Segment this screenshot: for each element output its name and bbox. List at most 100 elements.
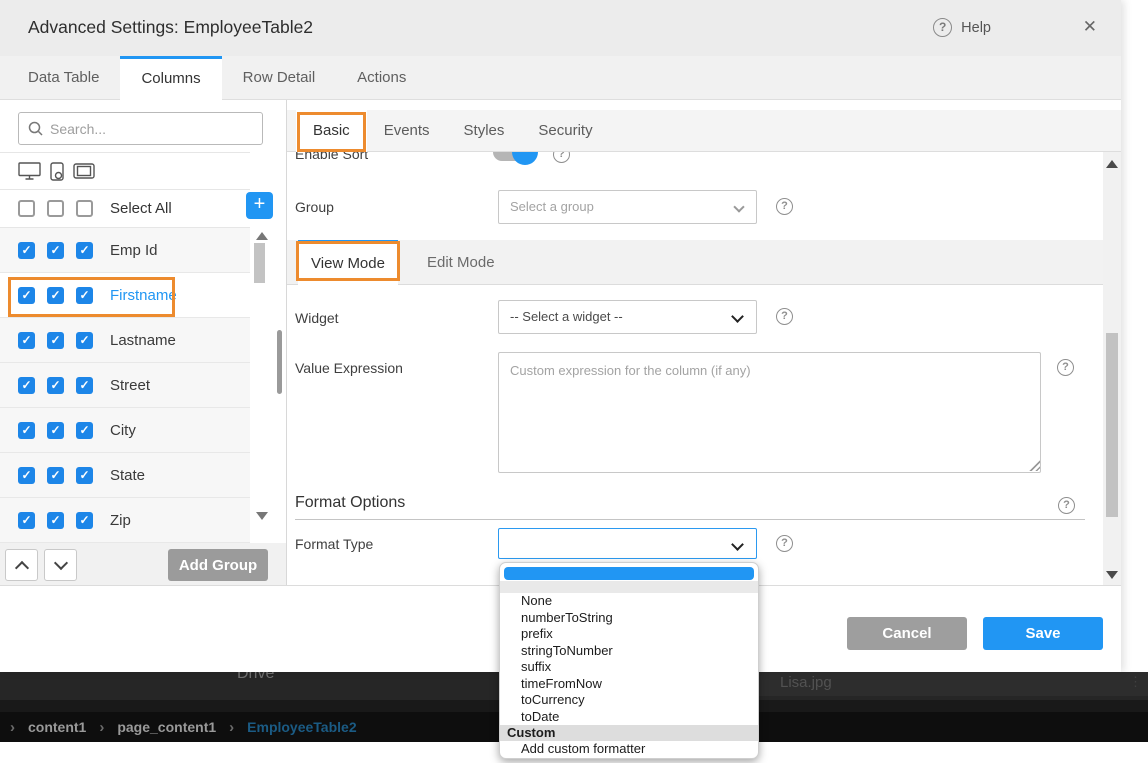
- tablet-checkbox[interactable]: [76, 332, 93, 349]
- section-divider: [295, 519, 1085, 520]
- tablet-checkbox[interactable]: [76, 512, 93, 529]
- column-label[interactable]: Emp Id: [110, 242, 158, 259]
- chevron-up-icon: [15, 561, 29, 575]
- columns-sidebar: Select All + Emp Id Firstname Lastname: [0, 100, 287, 585]
- save-button[interactable]: Save: [983, 617, 1103, 650]
- scroll-down-icon[interactable]: [256, 512, 268, 520]
- dropdown-option-suffix[interactable]: suffix: [500, 659, 758, 676]
- tab-columns[interactable]: Columns: [120, 56, 221, 100]
- desktop-checkbox[interactable]: [18, 287, 35, 304]
- help-icon: ?: [776, 198, 793, 215]
- tablet-checkbox[interactable]: [76, 242, 93, 259]
- dropdown-option-todate[interactable]: toDate: [500, 709, 758, 726]
- help-icon: ?: [776, 308, 793, 325]
- help-button[interactable]: ? Help: [933, 18, 991, 37]
- search-icon: [28, 121, 43, 136]
- tab-events[interactable]: Events: [367, 110, 447, 152]
- add-group-button[interactable]: Add Group: [168, 549, 268, 581]
- column-row-zip[interactable]: Zip: [0, 498, 250, 543]
- desktop-checkbox[interactable]: [18, 467, 35, 484]
- chevron-down-icon: [733, 201, 744, 212]
- scroll-up-icon[interactable]: [1106, 160, 1118, 168]
- tablet-checkbox[interactable]: [76, 377, 93, 394]
- panel-scrollbar[interactable]: [1103, 152, 1121, 585]
- dropdown-option-prefix[interactable]: prefix: [500, 626, 758, 643]
- scroll-down-icon[interactable]: [1106, 571, 1118, 579]
- breadcrumb-item[interactable]: page_content1: [117, 719, 216, 735]
- group-label: Group: [295, 199, 334, 215]
- format-type-select[interactable]: [498, 528, 757, 559]
- widget-select[interactable]: -- Select a widget --: [498, 300, 757, 334]
- help-label[interactable]: Help: [961, 20, 991, 36]
- tab-basic[interactable]: Basic: [296, 110, 367, 152]
- tab-edit-mode[interactable]: Edit Mode: [427, 240, 495, 285]
- select-all-phone-checkbox[interactable]: [47, 200, 64, 217]
- column-row-lastname[interactable]: Lastname: [0, 318, 250, 363]
- breadcrumb-item[interactable]: content1: [28, 719, 86, 735]
- column-row-city[interactable]: City: [0, 408, 250, 453]
- help-icon[interactable]: ?: [933, 18, 952, 37]
- column-label[interactable]: City: [110, 422, 136, 439]
- list-scrollbar-thumb[interactable]: [254, 243, 265, 283]
- move-down-button[interactable]: [44, 549, 77, 581]
- scroll-up-icon[interactable]: [256, 232, 268, 240]
- desktop-checkbox[interactable]: [18, 512, 35, 529]
- column-row-street[interactable]: Street: [0, 363, 250, 408]
- tablet-icon[interactable]: [73, 163, 95, 179]
- move-up-button[interactable]: [5, 549, 38, 581]
- tab-row-detail[interactable]: Row Detail: [222, 56, 337, 100]
- cancel-button[interactable]: Cancel: [847, 617, 967, 650]
- tablet-checkbox[interactable]: [76, 467, 93, 484]
- tab-view-mode[interactable]: View Mode: [298, 240, 398, 285]
- dropdown-option-none[interactable]: None: [500, 593, 758, 610]
- tab-security[interactable]: Security: [521, 110, 609, 152]
- phone-checkbox[interactable]: [47, 332, 64, 349]
- value-expression-textarea[interactable]: [498, 352, 1041, 473]
- column-label[interactable]: Firstname: [110, 287, 177, 304]
- desktop-icon[interactable]: [18, 162, 41, 180]
- resize-handle[interactable]: [1029, 460, 1040, 471]
- format-type-label: Format Type: [295, 536, 373, 552]
- tab-actions[interactable]: Actions: [336, 56, 427, 100]
- phone-checkbox[interactable]: [47, 287, 64, 304]
- column-row-state[interactable]: State: [0, 453, 250, 498]
- phone-icon[interactable]: [50, 162, 64, 181]
- desktop-checkbox[interactable]: [18, 332, 35, 349]
- add-column-button[interactable]: +: [246, 192, 273, 219]
- phone-checkbox[interactable]: [47, 467, 64, 484]
- dropdown-option-add-custom-formatter[interactable]: Add custom formatter: [500, 741, 758, 758]
- help-icon: ?: [1057, 359, 1074, 376]
- search-input[interactable]: [50, 121, 240, 137]
- tab-styles[interactable]: Styles: [447, 110, 522, 152]
- sidebar-scrollbar-thumb[interactable]: [277, 330, 282, 394]
- desktop-checkbox[interactable]: [18, 377, 35, 394]
- column-row-emp-id[interactable]: Emp Id: [0, 228, 250, 273]
- breadcrumb-item-current[interactable]: EmployeeTable2: [247, 719, 356, 735]
- dropdown-option-timefromnow[interactable]: timeFromNow: [500, 676, 758, 693]
- phone-checkbox[interactable]: [47, 422, 64, 439]
- tablet-checkbox[interactable]: [76, 422, 93, 439]
- select-all-tablet-checkbox[interactable]: [76, 200, 93, 217]
- close-icon[interactable]: ✕: [1083, 17, 1097, 37]
- dropdown-option-stringtonumber[interactable]: stringToNumber: [500, 643, 758, 660]
- tablet-checkbox[interactable]: [76, 287, 93, 304]
- enable-sort-toggle-knob[interactable]: [512, 152, 538, 165]
- desktop-checkbox[interactable]: [18, 242, 35, 259]
- phone-checkbox[interactable]: [47, 242, 64, 259]
- column-label[interactable]: Street: [110, 377, 150, 394]
- group-select[interactable]: Select a group: [498, 190, 757, 224]
- column-label[interactable]: Zip: [110, 512, 131, 529]
- dropdown-option-tocurrency[interactable]: toCurrency: [500, 692, 758, 709]
- dropdown-selected-option[interactable]: [504, 567, 754, 580]
- phone-checkbox[interactable]: [47, 512, 64, 529]
- column-row-firstname[interactable]: Firstname: [0, 273, 250, 318]
- column-label[interactable]: State: [110, 467, 145, 484]
- search-box[interactable]: [18, 112, 263, 145]
- dropdown-option-numbertostring[interactable]: numberToString: [500, 610, 758, 627]
- phone-checkbox[interactable]: [47, 377, 64, 394]
- tab-data-table[interactable]: Data Table: [7, 56, 120, 100]
- column-label[interactable]: Lastname: [110, 332, 176, 349]
- panel-scrollbar-thumb[interactable]: [1106, 333, 1118, 517]
- select-all-desktop-checkbox[interactable]: [18, 200, 35, 217]
- desktop-checkbox[interactable]: [18, 422, 35, 439]
